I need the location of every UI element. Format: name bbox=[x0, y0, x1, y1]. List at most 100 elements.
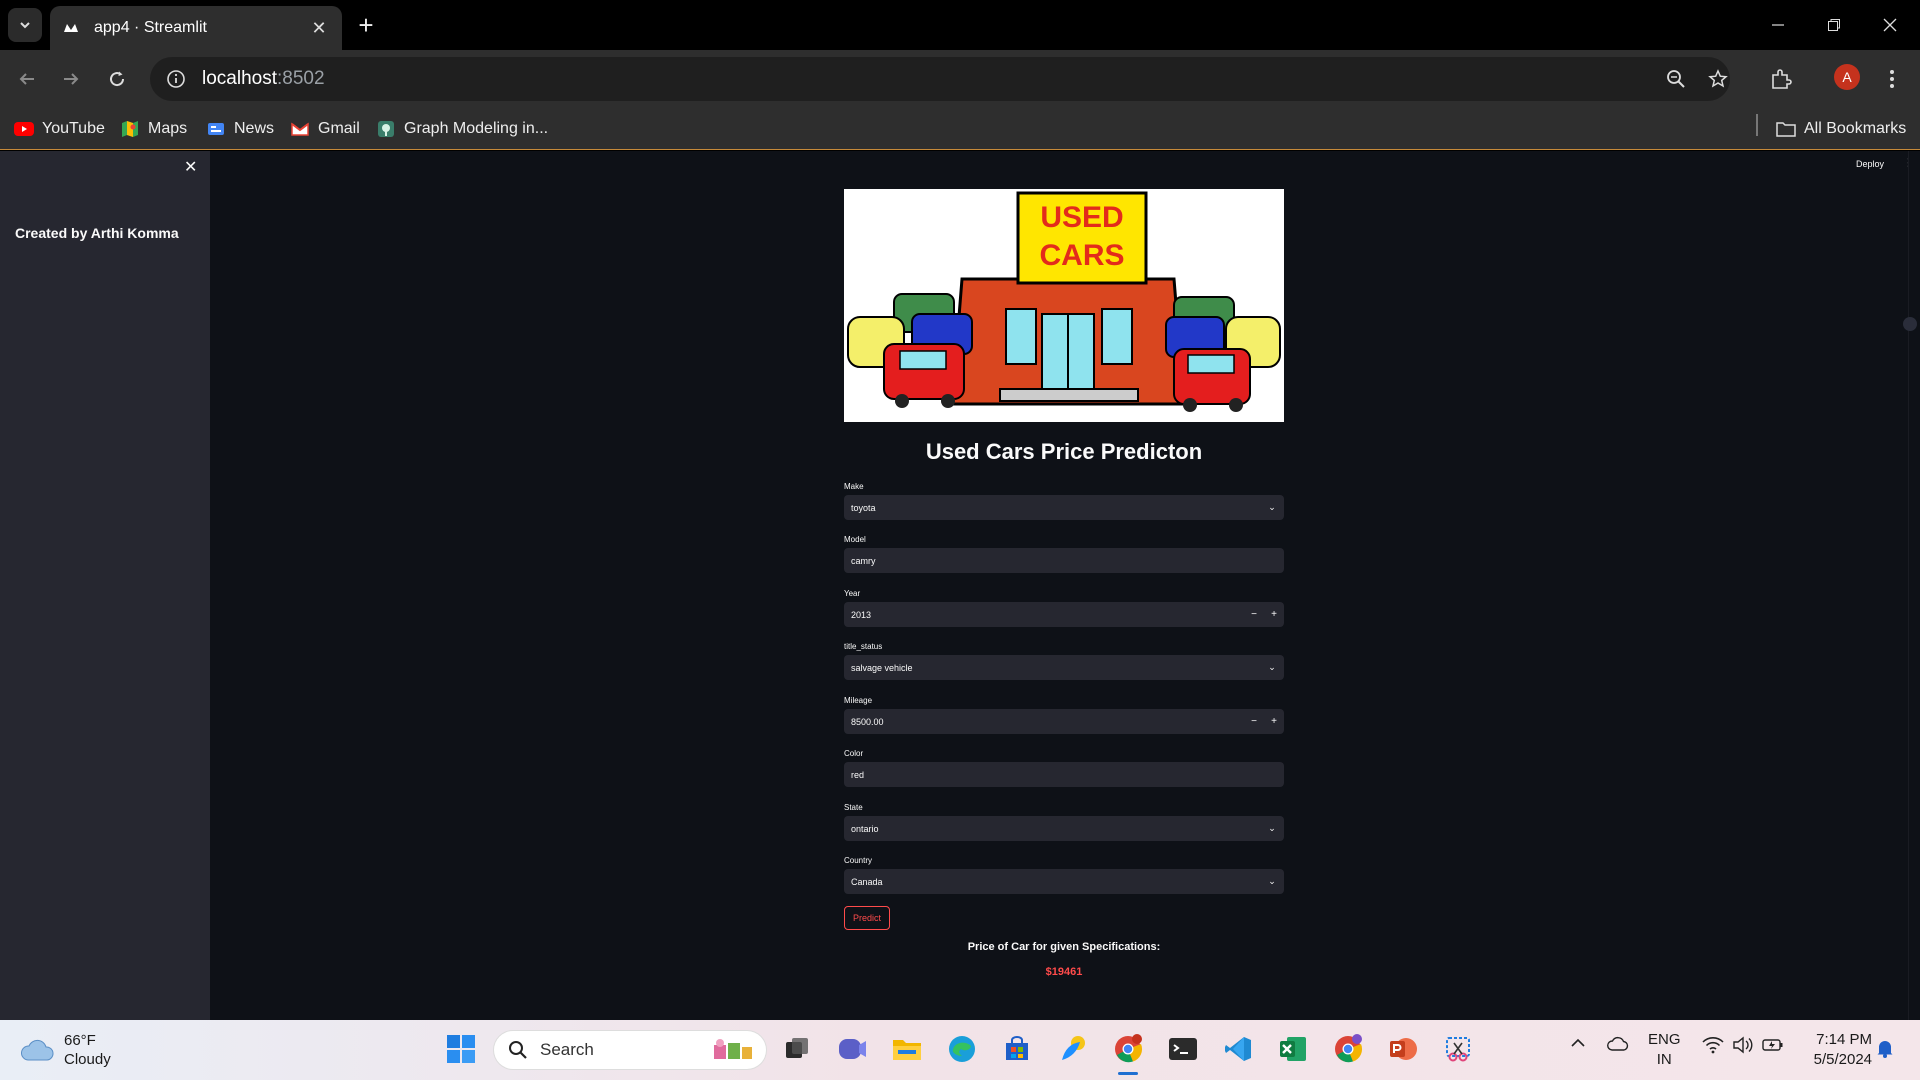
search-highlight-icon bbox=[714, 1039, 752, 1059]
forward-button[interactable] bbox=[56, 64, 86, 94]
vscode-icon bbox=[1225, 1037, 1251, 1061]
predict-button[interactable]: Predict bbox=[844, 906, 890, 930]
all-bookmarks[interactable]: All Bookmarks bbox=[1776, 117, 1906, 141]
bookmark-label: Gmail bbox=[318, 120, 360, 137]
minimize-button[interactable] bbox=[1758, 10, 1798, 40]
browser-tab-bar: app4 · Streamlit ✕ + bbox=[0, 0, 1920, 50]
snipping-tool-app[interactable] bbox=[1441, 1032, 1475, 1066]
excel-app[interactable] bbox=[1276, 1032, 1310, 1066]
feather-icon bbox=[1062, 1036, 1085, 1060]
bookmark-youtube[interactable]: YouTube bbox=[14, 117, 105, 141]
news-icon bbox=[206, 120, 226, 138]
star-icon bbox=[1708, 69, 1728, 88]
site-info-icon[interactable] bbox=[164, 67, 188, 91]
onedrive-tray[interactable] bbox=[1607, 1036, 1629, 1055]
scissors-icon bbox=[1446, 1037, 1470, 1062]
mileage-increment-button[interactable]: + bbox=[1264, 716, 1284, 727]
new-tab-button[interactable]: + bbox=[352, 12, 380, 40]
mileage-number-input[interactable]: 8500.00 − + bbox=[844, 709, 1284, 734]
year-decrement-button[interactable]: − bbox=[1244, 609, 1264, 620]
state-value: ontario bbox=[851, 823, 879, 834]
clock[interactable]: 7:14 PM 5/5/2024 bbox=[1802, 1030, 1872, 1070]
chevron-down-icon: ⌄ bbox=[1268, 823, 1276, 833]
year-number-input[interactable]: 2013 − + bbox=[844, 602, 1284, 627]
close-window-button[interactable] bbox=[1870, 10, 1910, 40]
mileage-decrement-button[interactable]: − bbox=[1244, 716, 1264, 727]
reload-button[interactable] bbox=[102, 64, 132, 94]
year-value: 2013 bbox=[851, 609, 872, 620]
vscode-app[interactable] bbox=[1221, 1032, 1255, 1066]
zoom-button[interactable] bbox=[1660, 63, 1692, 95]
predicted-price: $19461 bbox=[1045, 966, 1083, 978]
title-status-label: title_status bbox=[844, 642, 883, 651]
restore-button[interactable] bbox=[1814, 10, 1854, 40]
speaker-icon bbox=[1733, 1036, 1753, 1054]
back-button[interactable] bbox=[12, 64, 42, 94]
bookmark-label: News bbox=[234, 120, 275, 137]
meet-app[interactable] bbox=[835, 1032, 869, 1066]
model-input[interactable]: camry bbox=[844, 548, 1284, 573]
bookmark-news[interactable]: News bbox=[206, 117, 274, 141]
bookmark-star-button[interactable] bbox=[1702, 63, 1734, 95]
close-tab-icon[interactable]: ✕ bbox=[308, 18, 330, 39]
wifi-tray[interactable] bbox=[1702, 1036, 1724, 1057]
profile-avatar[interactable]: A bbox=[1834, 64, 1860, 90]
color-input[interactable]: red bbox=[844, 762, 1284, 787]
state-select[interactable]: ontario ⌄ bbox=[844, 816, 1284, 841]
address-bar[interactable]: localhost:8502 bbox=[150, 57, 1730, 101]
mileage-value: 8500.00 bbox=[851, 716, 884, 727]
search-icon bbox=[509, 1041, 527, 1059]
chrome-icon bbox=[1115, 1034, 1143, 1063]
color-value: red bbox=[851, 769, 865, 780]
volume-tray[interactable] bbox=[1732, 1036, 1754, 1057]
tab-search-button[interactable] bbox=[8, 8, 42, 42]
taskbar-search[interactable]: Search bbox=[494, 1031, 766, 1069]
country-select[interactable]: Canada ⌄ bbox=[844, 869, 1284, 894]
terminal-app[interactable] bbox=[1166, 1032, 1200, 1066]
chrome-profile-app[interactable] bbox=[1331, 1032, 1365, 1066]
terminal-icon bbox=[1169, 1038, 1197, 1060]
streamlit-app: ✕ Created by Arthi Komma Deploy ⋮ USEDCA… bbox=[0, 151, 1920, 1020]
extensions-button[interactable] bbox=[1765, 63, 1797, 95]
chrome-app-active[interactable] bbox=[1111, 1032, 1145, 1066]
used-cars-image: USED CARS bbox=[844, 189, 1284, 422]
arrow-right-icon bbox=[64, 73, 79, 85]
browser-tab[interactable]: app4 · Streamlit ✕ bbox=[50, 6, 342, 50]
store-app[interactable] bbox=[1000, 1032, 1034, 1066]
show-hidden-icons[interactable] bbox=[1570, 1036, 1586, 1053]
cloud-icon bbox=[1607, 1036, 1629, 1051]
deploy-button[interactable]: Deploy bbox=[1856, 159, 1884, 169]
battery-tray[interactable] bbox=[1762, 1036, 1784, 1055]
file-explorer-app[interactable] bbox=[890, 1032, 924, 1066]
scrollbar[interactable] bbox=[1908, 151, 1920, 1020]
powerpoint-icon bbox=[1390, 1038, 1417, 1060]
title-status-select[interactable]: salvage vehicle ⌄ bbox=[844, 655, 1284, 680]
chevron-down-icon: ⌄ bbox=[1268, 502, 1276, 512]
weather-widget[interactable]: 66°F Cloudy bbox=[20, 1030, 111, 1070]
task-view-button[interactable] bbox=[780, 1032, 814, 1066]
folder-icon bbox=[893, 1040, 921, 1060]
start-button[interactable] bbox=[444, 1032, 478, 1066]
bookmark-graph-modeling[interactable]: Graph Modeling in... bbox=[376, 117, 548, 141]
chrome-menu-button[interactable] bbox=[1876, 63, 1908, 95]
result-title: Price of Car for given Specifications: bbox=[967, 941, 1161, 953]
model-label: Model bbox=[844, 535, 866, 544]
reload-icon bbox=[110, 71, 125, 87]
edge-app[interactable] bbox=[945, 1032, 979, 1066]
make-select[interactable]: toyota ⌄ bbox=[844, 495, 1284, 520]
language-indicator[interactable]: ENG IN bbox=[1648, 1030, 1681, 1070]
kebab-menu-icon bbox=[1890, 70, 1894, 88]
close-sidebar-icon[interactable]: ✕ bbox=[184, 157, 197, 177]
chevron-down-icon: ⌄ bbox=[1268, 876, 1276, 886]
color-label: Color bbox=[844, 749, 864, 758]
region-code: IN bbox=[1656, 1051, 1672, 1068]
bookmark-gmail[interactable]: Gmail bbox=[290, 117, 360, 141]
photos-app[interactable] bbox=[1056, 1032, 1090, 1066]
clock-time: 7:14 PM bbox=[1816, 1031, 1872, 1048]
page-title: Used Cars Price Predicton bbox=[925, 439, 1203, 464]
edge-widget-icon[interactable] bbox=[1903, 317, 1917, 331]
year-increment-button[interactable]: + bbox=[1264, 609, 1284, 620]
notifications-button[interactable] bbox=[1875, 1038, 1895, 1061]
powerpoint-app[interactable] bbox=[1386, 1032, 1420, 1066]
bookmark-maps[interactable]: Maps bbox=[120, 117, 187, 141]
